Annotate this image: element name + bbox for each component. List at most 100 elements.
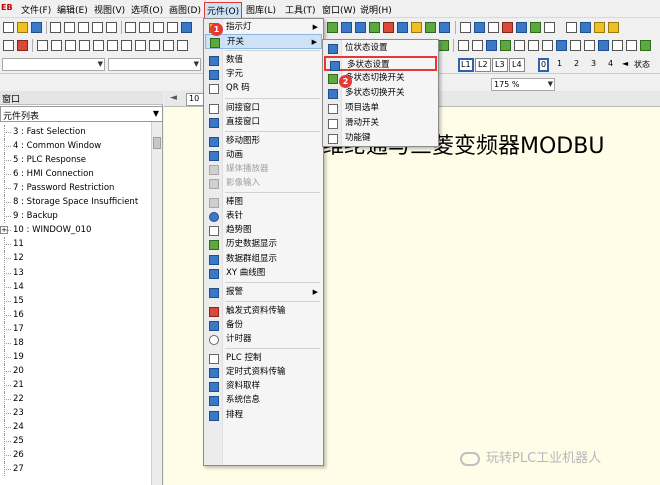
tree-item[interactable]: 16 (0, 307, 150, 322)
object-toolbar-icon-31[interactable] (612, 40, 623, 51)
layer-button-l4[interactable]: L4 (509, 58, 525, 72)
object-toolbar-icon-20[interactable] (438, 40, 449, 51)
pointer-red-icon[interactable] (17, 40, 28, 51)
circle-icon[interactable] (93, 40, 104, 51)
objects-menu-item[interactable]: 备份 (205, 318, 322, 333)
object-toolbar-icon-32[interactable] (626, 40, 637, 51)
menu-file[interactable]: 文件(F) (19, 2, 53, 17)
tree-item[interactable]: 9 : Backup (0, 209, 150, 224)
objects-menu-item[interactable]: 历史数据显示 (205, 237, 322, 252)
object-toolbar-icon-10[interactable] (460, 22, 471, 33)
object-toolbar-icon-9[interactable] (439, 22, 450, 33)
tree-item[interactable]: 20 (0, 363, 150, 378)
zoom-combo[interactable]: 175 % ▼ (491, 78, 555, 91)
objects-menu-item[interactable]: 影像输入 (205, 176, 322, 191)
zoom-icon[interactable] (139, 22, 150, 33)
state-button-2[interactable]: 2 (574, 59, 579, 68)
object-toolbar-icon-13[interactable] (502, 22, 513, 33)
menu-edit[interactable]: 编辑(E) (55, 2, 90, 17)
tree-item[interactable]: 6 : HMI Connection (0, 167, 150, 182)
menu-draw[interactable]: 画图(D) (167, 2, 203, 17)
switch-submenu-item[interactable]: 多状态设置 (324, 56, 437, 71)
copy-icon[interactable] (64, 22, 75, 33)
tree-item[interactable]: 25 (0, 434, 150, 449)
redo-icon[interactable] (106, 22, 117, 33)
object-toolbar-icon-8[interactable] (425, 22, 436, 33)
objects-menu-item[interactable]: 媒体播放器 (205, 162, 322, 177)
tree-item[interactable]: 23 (0, 406, 150, 420)
state-button-0[interactable]: 0 (538, 58, 550, 72)
meter-toolbar-icon[interactable] (542, 40, 553, 51)
object-toolbar-icon-7[interactable] (411, 22, 422, 33)
find-icon[interactable] (167, 22, 178, 33)
line-icon[interactable] (37, 40, 48, 51)
tree-item[interactable]: 17 (0, 321, 150, 336)
object-toolbar-icon-2[interactable] (341, 22, 352, 33)
menu-options[interactable]: 选项(O) (129, 2, 165, 17)
open-file-icon[interactable] (17, 22, 28, 33)
tree-item[interactable]: +10 : WINDOW_010 (0, 223, 150, 237)
layer-button-l1[interactable]: L1 (458, 58, 474, 72)
paste-icon[interactable] (78, 22, 89, 33)
polygon-icon[interactable] (65, 40, 76, 51)
menu-tools[interactable]: 工具(T) (283, 2, 318, 17)
objects-menu-item[interactable]: 移动图形 (205, 134, 322, 149)
objects-menu-item[interactable]: QR 码 (205, 81, 322, 96)
scale-icon[interactable] (149, 40, 160, 51)
save-icon[interactable] (31, 22, 42, 33)
tree-item[interactable]: 19 (0, 349, 150, 364)
object-toolbar-icon-28[interactable] (570, 40, 581, 51)
objects-menu-item[interactable]: 报警 ▶ (205, 285, 322, 300)
state-prev-icon[interactable]: ◄ (622, 59, 628, 68)
help-icon[interactable] (153, 22, 164, 33)
menu-window[interactable]: 窗口(W) (320, 2, 358, 17)
object-toolbar-icon-3[interactable] (355, 22, 366, 33)
layer-button-l3[interactable]: L3 (492, 58, 508, 72)
object-toolbar-icon-1[interactable] (327, 22, 338, 33)
undo-icon[interactable] (92, 22, 103, 33)
objects-menu-item[interactable]: 数据群组显示 (205, 252, 322, 267)
objects-menu-item[interactable]: PLC 控制 (205, 351, 322, 366)
object-list-dropdown[interactable]: 元件列表 ▼ (0, 106, 163, 122)
objects-menu-item[interactable]: 触发式资料传输 (205, 304, 322, 319)
object-toolbar-icon-18[interactable] (594, 22, 605, 33)
objects-menu-item[interactable]: 动画 (205, 148, 322, 163)
objects-menu-item[interactable]: 直接窗口 (205, 115, 322, 130)
state-button-1[interactable]: 1 (557, 59, 562, 68)
object-toolbar-icon-5[interactable] (383, 22, 394, 33)
objects-menu-item[interactable]: 定时式资料传输 (205, 365, 322, 380)
arc-icon[interactable] (79, 40, 90, 51)
tree-item[interactable]: 26 (0, 448, 150, 463)
objects-menu-item[interactable]: 数值 (205, 53, 322, 68)
pie-icon[interactable] (107, 40, 118, 51)
text-icon[interactable] (135, 40, 146, 51)
object-toolbar-icon-15[interactable] (530, 22, 541, 33)
select-pointer-icon[interactable] (3, 40, 14, 51)
state-button-4[interactable]: 4 (608, 59, 613, 68)
object-toolbar-icon-22[interactable] (472, 40, 483, 51)
object-toolbar-icon-19[interactable] (608, 22, 619, 33)
objects-menu-item[interactable]: 表针 (205, 209, 322, 224)
object-toolbar-icon-30[interactable] (598, 40, 609, 51)
scrollbar-thumb[interactable] (153, 137, 161, 149)
tree-item[interactable]: 21 (0, 377, 150, 392)
object-toolbar-icon-29[interactable] (584, 40, 595, 51)
menu-library[interactable]: 图库(L) (244, 2, 278, 17)
object-toolbar-icon-11[interactable] (474, 22, 485, 33)
state-button-3[interactable]: 3 (591, 59, 596, 68)
picture-icon[interactable] (177, 40, 188, 51)
tree-item[interactable]: 18 (0, 335, 150, 350)
tree-item[interactable]: 27 (0, 462, 150, 477)
object-toolbar-icon-27[interactable] (556, 40, 567, 51)
tree-item[interactable]: 24 (0, 420, 150, 435)
object-toolbar-icon-21[interactable] (458, 40, 469, 51)
switch-submenu-item[interactable]: 多状态切换开关 (324, 86, 437, 101)
object-toolbar-icon-6[interactable] (397, 22, 408, 33)
tab-nav-left-icon[interactable]: ◄ (170, 93, 177, 103)
object-toolbar-icon-23[interactable] (486, 40, 497, 51)
tree-item[interactable]: 7 : Password Restriction (0, 181, 150, 196)
menu-help[interactable]: 说明(H) (358, 2, 394, 17)
objects-menu-item[interactable]: 计时器 (205, 332, 322, 347)
object-toolbar-icon-14[interactable] (516, 22, 527, 33)
tree-item[interactable]: 4 : Common Window (0, 139, 150, 154)
